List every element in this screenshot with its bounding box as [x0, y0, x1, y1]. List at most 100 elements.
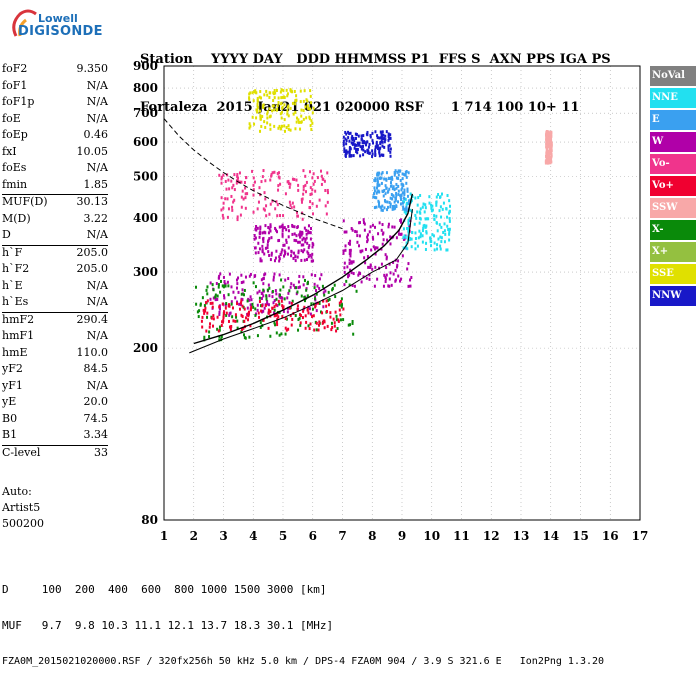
echo-point	[296, 255, 299, 259]
echo-point	[244, 196, 247, 200]
echo-point	[308, 206, 311, 210]
echo-point	[433, 241, 436, 245]
echo-point	[240, 205, 243, 209]
echo-point	[312, 106, 315, 110]
echo-point	[545, 146, 548, 150]
echo-point	[414, 247, 417, 251]
echo-point	[204, 306, 207, 310]
echo-point	[201, 325, 204, 329]
echo-point	[219, 279, 222, 283]
echo-point	[443, 240, 446, 244]
echo-point	[338, 301, 341, 305]
echo-point	[292, 251, 295, 255]
echo-point	[442, 201, 445, 205]
echo-point	[362, 134, 365, 138]
echo-point	[399, 178, 402, 182]
echo-point	[298, 240, 301, 244]
echo-point	[275, 108, 278, 112]
y-tick-label: 700	[133, 106, 158, 120]
echo-point	[419, 211, 422, 215]
echo-point	[293, 232, 296, 236]
echo-point	[422, 202, 425, 206]
echo-point	[263, 208, 266, 212]
legend-item: X-	[650, 220, 696, 240]
echo-point	[349, 239, 352, 243]
echo-point	[304, 105, 307, 109]
echo-point	[436, 243, 439, 247]
echo-point	[342, 251, 345, 255]
echo-point	[258, 289, 261, 293]
echo-point	[281, 234, 284, 238]
echo-point	[311, 241, 314, 245]
echo-point	[358, 244, 361, 248]
x-tick-label: 10	[423, 529, 440, 543]
echo-point	[270, 236, 273, 240]
echo-point	[271, 109, 274, 113]
echo-point	[397, 173, 400, 177]
echo-point	[382, 238, 385, 242]
echo-point	[305, 98, 308, 102]
echo-point	[262, 169, 265, 173]
echo-point	[296, 225, 299, 229]
echo-point	[304, 174, 307, 178]
echo-point	[281, 296, 284, 300]
echo-point	[417, 196, 420, 200]
echo-point	[424, 206, 427, 210]
y-tick-label: 500	[133, 169, 158, 183]
echo-point	[258, 296, 261, 300]
echo-point	[271, 306, 274, 310]
echo-point	[273, 96, 276, 100]
echo-point	[546, 133, 549, 137]
x-tick-label: 7	[338, 529, 346, 543]
legend-item: NNE	[650, 88, 696, 108]
echo-point	[261, 175, 264, 179]
echo-point	[380, 262, 383, 266]
echo-point	[385, 273, 388, 277]
echo-point	[290, 323, 293, 327]
echo-point	[240, 292, 243, 296]
echo-point	[374, 246, 377, 250]
echo-point	[291, 317, 294, 321]
echo-point	[277, 96, 280, 100]
echo-point	[274, 289, 277, 293]
echo-point	[245, 176, 248, 180]
echo-point	[299, 230, 302, 234]
echo-point	[342, 318, 345, 322]
echo-point	[260, 180, 263, 184]
echo-point	[290, 301, 293, 305]
echo-point	[325, 299, 328, 303]
echo-point	[236, 218, 239, 222]
echo-point	[414, 237, 417, 241]
echo-point	[329, 311, 332, 315]
echo-point	[275, 249, 278, 253]
echo-point	[392, 185, 395, 189]
echo-point	[402, 227, 405, 231]
y-tick-label: 400	[133, 211, 158, 225]
echo-point	[383, 145, 386, 149]
echo-point	[403, 234, 406, 238]
echo-point	[263, 120, 266, 124]
echo-point	[428, 195, 431, 199]
echo-point	[294, 314, 297, 318]
echo-point	[347, 136, 350, 140]
echo-point	[409, 192, 412, 196]
echo-point	[363, 222, 366, 226]
echo-point	[393, 225, 396, 229]
echo-point	[447, 227, 450, 231]
echo-point	[311, 111, 314, 115]
echo-point	[234, 313, 237, 317]
x-tick-label: 3	[219, 529, 227, 543]
echo-point	[334, 310, 337, 314]
echo-point	[209, 297, 212, 301]
echo-point	[257, 251, 260, 255]
echo-point	[377, 232, 380, 236]
echo-point	[385, 130, 388, 134]
echo-point	[293, 238, 296, 242]
echo-point	[396, 170, 399, 174]
echo-point	[277, 101, 280, 105]
echo-point	[219, 272, 222, 276]
distance-row: D 100 200 400 600 800 1000 1500 3000 [km…	[2, 583, 327, 596]
echo-point	[313, 179, 316, 183]
x-tick-label: 12	[483, 529, 500, 543]
echo-point	[395, 191, 398, 195]
